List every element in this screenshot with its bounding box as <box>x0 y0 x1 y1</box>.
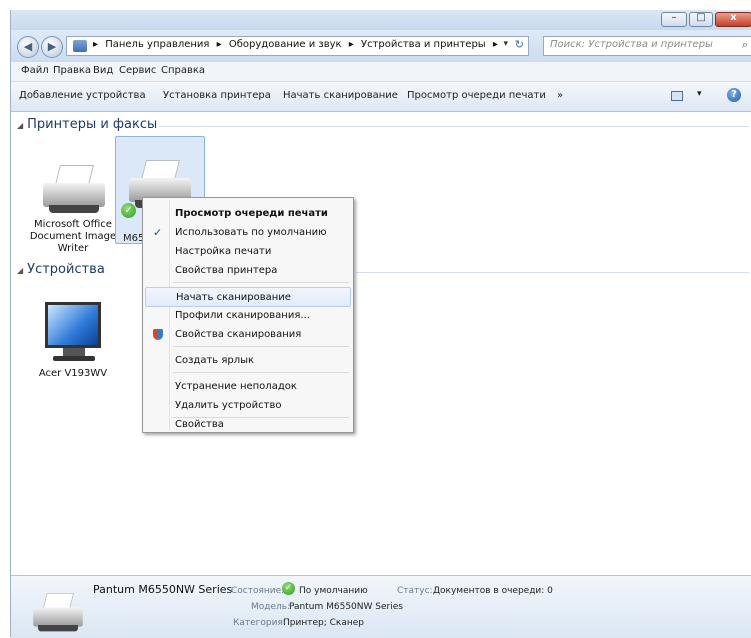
menu-bar: Файл Правка Вид Сервис Справка <box>11 62 751 82</box>
menu-separator <box>173 282 349 283</box>
menu-item-start-scan[interactable]: Начать сканирование <box>145 287 351 307</box>
menu-separator <box>173 346 349 347</box>
device-ms-document-writer[interactable]: Microsoft Office Document Image Writer <box>29 165 117 260</box>
refresh-icon[interactable]: ↻ <box>515 38 524 51</box>
menu-item-view-queue[interactable]: Просмотр очереди печати <box>145 204 351 224</box>
back-arrow-icon: ◀ <box>23 40 33 53</box>
model-label: Модель: <box>251 602 291 612</box>
breadcrumb: ▸ Панель управления ▸ Оборудование и зву… <box>93 39 502 50</box>
forward-button[interactable]: ▶ <box>41 36 63 58</box>
search-icon[interactable]: ⌕ <box>742 38 748 52</box>
print-queue-button[interactable]: Просмотр очереди печати <box>407 90 546 101</box>
status-label: Статус: <box>397 586 433 596</box>
back-button[interactable]: ◀ <box>17 36 39 58</box>
menu-view[interactable]: Вид <box>93 65 113 76</box>
maximize-icon: □ <box>696 12 706 23</box>
model-value: Pantum M6550NW Series <box>289 602 403 612</box>
close-icon: x <box>730 12 737 23</box>
breadcrumb-devices-printers[interactable]: Устройства и принтеры <box>361 39 486 50</box>
add-printer-button[interactable]: Установка принтера <box>163 90 271 101</box>
address-bar[interactable]: ▸ Панель управления ▸ Оборудование и зву… <box>66 36 529 56</box>
menu-file[interactable]: Файл <box>21 65 49 76</box>
default-check-icon: ✓ <box>121 203 136 218</box>
group-divider <box>356 272 749 273</box>
group-printers-label: Принтеры и факсы <box>27 117 158 132</box>
checkmark-icon: ✓ <box>153 226 163 239</box>
breadcrumb-separator[interactable]: ▸ <box>349 39 354 50</box>
menu-item-remove-device[interactable]: Удалить устройство <box>145 396 351 416</box>
printer-icon <box>43 165 105 215</box>
menu-item-scan-profiles[interactable]: Профили сканирования... <box>145 306 351 326</box>
category-value: Принтер; Сканер <box>283 618 364 628</box>
status-value: Документов в очереди: 0 <box>433 586 553 596</box>
more-commands-button[interactable]: » <box>557 90 563 101</box>
help-icon[interactable]: ? <box>727 88 741 102</box>
device-acer-monitor[interactable]: Acer V193WV <box>29 302 117 382</box>
collapse-triangle-icon[interactable]: ◢ <box>17 266 23 275</box>
add-device-button[interactable]: Добавление устройства <box>19 90 146 101</box>
menu-item-set-default[interactable]: ✓ Использовать по умолчанию <box>145 223 351 243</box>
group-divider <box>159 126 749 127</box>
control-panel-icon <box>73 40 87 52</box>
menu-item-properties[interactable]: Свойства <box>145 419 351 432</box>
menu-item-print-prefs[interactable]: Настройка печати <box>145 242 351 262</box>
shield-icon <box>153 329 163 340</box>
forward-arrow-icon: ▶ <box>47 40 57 53</box>
breadcrumb-separator[interactable]: ▸ <box>217 39 222 50</box>
menu-help[interactable]: Справка <box>161 65 205 76</box>
address-row: ◀ ▶ ▸ Панель управления ▸ Оборудование и… <box>11 30 751 62</box>
menu-item-scan-props[interactable]: Свойства сканирования <box>145 325 351 345</box>
breadcrumb-hardware-sound[interactable]: Оборудование и звук <box>229 39 342 50</box>
state-label: Состояние: <box>231 586 285 596</box>
minimize-button[interactable]: – <box>661 12 687 27</box>
breadcrumb-separator[interactable]: ▸ <box>93 39 98 50</box>
search-box: ⌕ <box>543 36 751 56</box>
device-label: Microsoft Office Document Image Writer <box>29 219 117 254</box>
menu-item-troubleshoot[interactable]: Устранение неполадок <box>145 377 351 397</box>
state-value: По умолчанию <box>299 586 368 596</box>
category-label: Категория: <box>233 618 286 628</box>
menu-separator <box>173 417 349 418</box>
menu-tools[interactable]: Сервис <box>119 65 156 76</box>
device-name: Pantum M6550NW Series <box>93 583 233 596</box>
menu-separator <box>173 372 349 373</box>
group-devices-header[interactable]: ◢ Устройства <box>17 262 105 277</box>
menu-item-create-shortcut[interactable]: Создать ярлык <box>145 351 351 371</box>
start-scan-button[interactable]: Начать сканирование <box>283 90 398 101</box>
context-menu: Просмотр очереди печати ✓ Использовать по… <box>142 197 354 433</box>
search-input[interactable] <box>550 39 730 50</box>
view-dropdown-icon[interactable]: ▾ <box>697 89 702 99</box>
title-bar: – □ x <box>11 10 751 30</box>
change-view-icon[interactable] <box>671 91 683 101</box>
address-dropdown-icon[interactable]: ▾ <box>503 39 508 49</box>
maximize-button[interactable]: □ <box>689 12 713 27</box>
monitor-icon <box>45 302 103 368</box>
collapse-triangle-icon[interactable]: ◢ <box>17 121 23 130</box>
details-pane: Pantum M6550NW Series Состояние: ✓ По ум… <box>11 575 751 638</box>
group-devices-label: Устройства <box>27 262 105 277</box>
menu-item-printer-props[interactable]: Свойства принтера <box>145 261 351 281</box>
command-bar: Добавление устройства Установка принтера… <box>11 82 751 112</box>
default-check-icon: ✓ <box>282 582 295 595</box>
minimize-icon: – <box>671 12 677 23</box>
group-printers-header[interactable]: ◢ Принтеры и факсы <box>17 117 157 132</box>
printer-icon <box>33 593 83 633</box>
breadcrumb-control-panel[interactable]: Панель управления <box>105 39 209 50</box>
explorer-window: – □ x ◀ ▶ ▸ Панель управления ▸ Оборудов… <box>10 10 751 638</box>
close-button[interactable]: x <box>715 12 751 27</box>
breadcrumb-separator[interactable]: ▸ <box>493 39 498 50</box>
device-label: Acer V193WV <box>38 368 108 379</box>
menu-edit[interactable]: Правка <box>53 65 91 76</box>
